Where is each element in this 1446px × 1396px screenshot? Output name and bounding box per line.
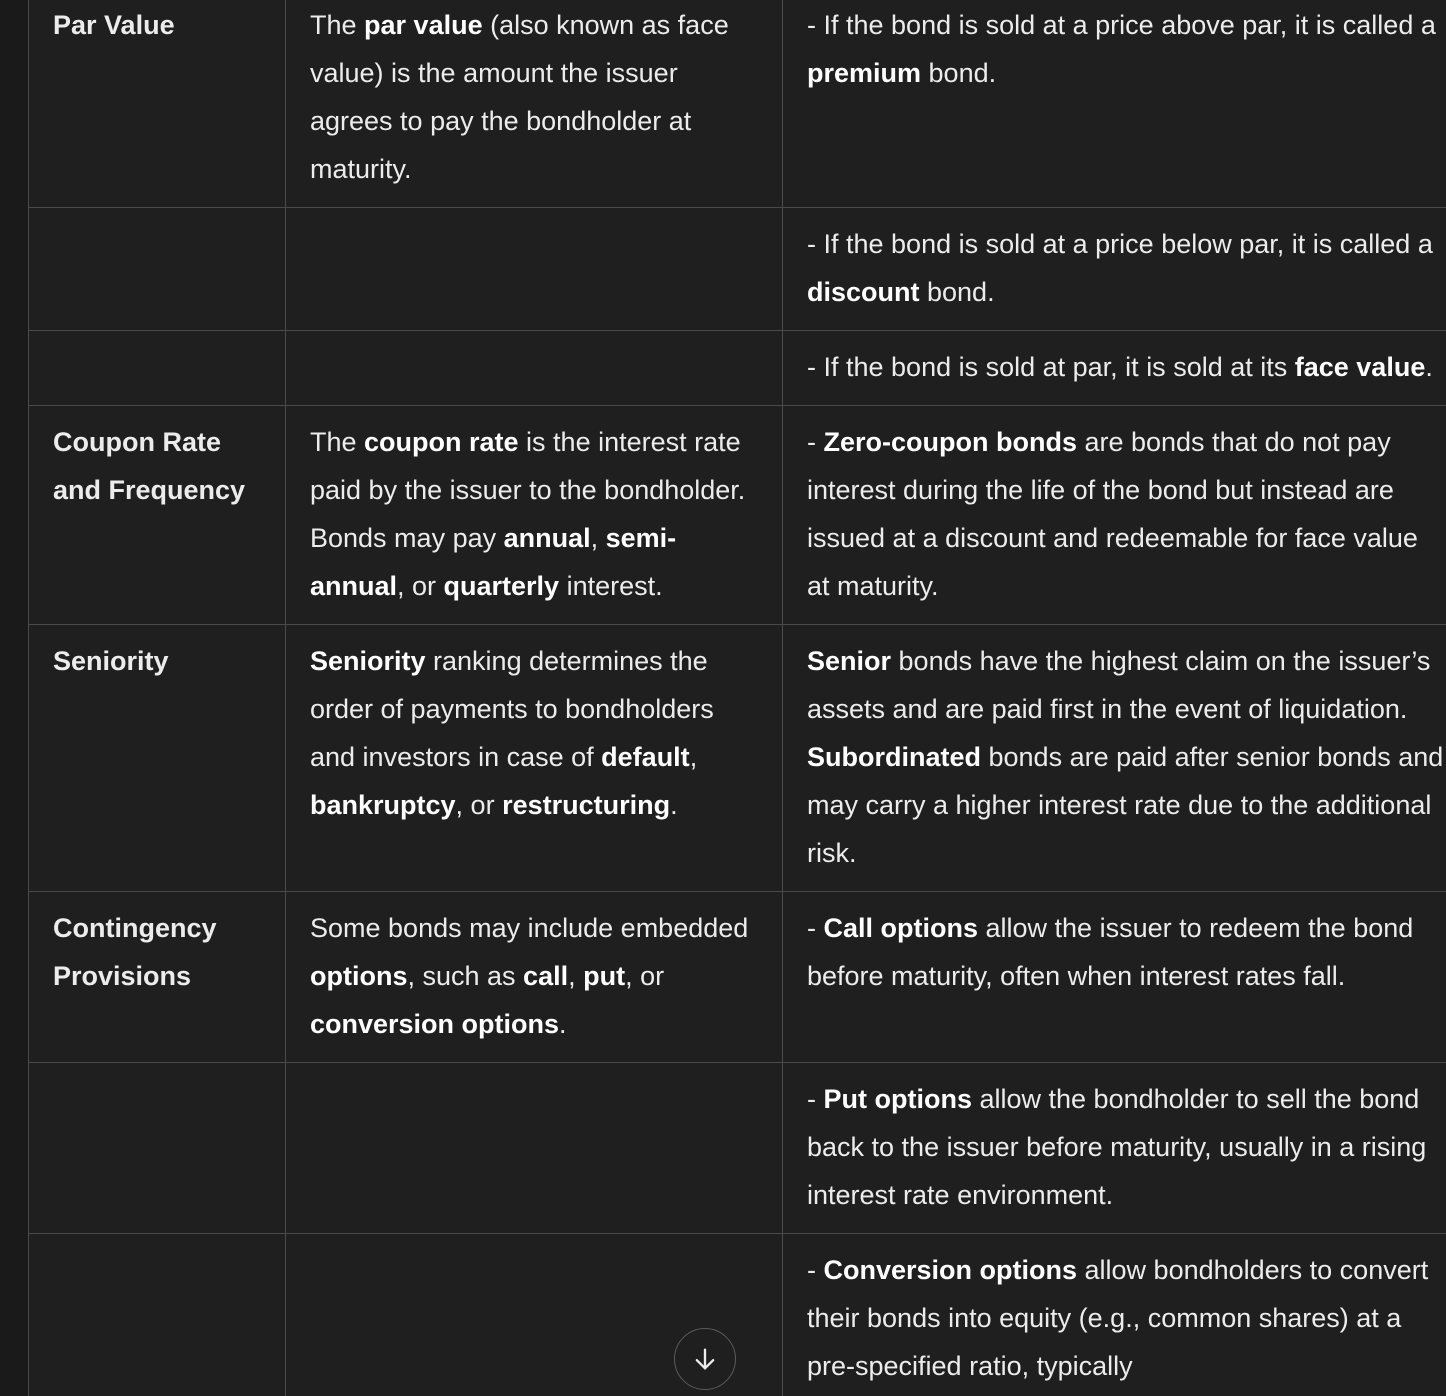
bold-term: annual xyxy=(503,523,591,553)
bold-term: par value xyxy=(364,10,483,40)
text-run: - xyxy=(807,1084,824,1114)
bold-term: default xyxy=(601,742,690,772)
description-cell: The par value (also known as face value)… xyxy=(285,0,783,208)
bold-term: face value xyxy=(1294,352,1426,382)
bold-term: premium xyxy=(807,58,922,88)
details-cell: - Zero-coupon bonds are bonds that do no… xyxy=(782,405,1446,625)
text-run: , xyxy=(568,961,584,991)
text-run: , xyxy=(689,742,698,772)
table-row: - If the bond is sold at par, it is sold… xyxy=(28,330,1446,406)
text-run: , or xyxy=(397,571,444,601)
details-cell: Senior bonds have the highest claim on t… xyxy=(782,624,1446,892)
bold-term: Zero-coupon bonds xyxy=(823,427,1077,457)
bold-term: Subordinated xyxy=(807,742,981,772)
text-run: The xyxy=(310,10,365,40)
text-run: The xyxy=(310,427,365,457)
description-cell xyxy=(285,1062,783,1234)
feature-name-cell: Seniority xyxy=(28,624,286,892)
bold-term: call xyxy=(523,961,569,991)
bond-features-table: Par Value The par value (also known as fa… xyxy=(28,0,1446,1396)
bold-term: restructuring xyxy=(502,790,671,820)
text-run: bonds have the highest claim on the issu… xyxy=(807,646,1431,724)
bold-term: Senior xyxy=(807,646,892,676)
bold-term: Seniority xyxy=(310,646,426,676)
text-run: bond. xyxy=(921,58,997,88)
text-run: , xyxy=(590,523,606,553)
arrow-down-icon xyxy=(695,1348,715,1370)
bold-term: Call options xyxy=(823,913,979,943)
feature-name-cell xyxy=(28,1062,286,1234)
bold-term: bankruptcy xyxy=(310,790,456,820)
details-cell: - Call options allow the issuer to redee… xyxy=(782,891,1446,1063)
text-run: bond. xyxy=(919,277,995,307)
feature-name-cell: Par Value xyxy=(28,0,286,208)
table-row: - If the bond is sold at a price below p… xyxy=(28,207,1446,331)
details-cell: - If the bond is sold at a price below p… xyxy=(782,207,1446,331)
text-run: . xyxy=(1425,352,1433,382)
feature-name-cell: Contingency Provisions xyxy=(28,891,286,1063)
table-row: - Put options allow the bondholder to se… xyxy=(28,1062,1446,1234)
text-run: - If the bond is sold at a price below p… xyxy=(807,229,1433,259)
text-run: , or xyxy=(625,961,665,991)
bold-term: discount xyxy=(807,277,920,307)
text-run: - xyxy=(807,427,824,457)
text-run: - If the bond is sold at par, it is sold… xyxy=(807,352,1295,382)
bold-term: Conversion options xyxy=(823,1255,1078,1285)
table-row: Contingency Provisions Some bonds may inc… xyxy=(28,891,1446,1063)
table-row: Seniority Seniority ranking determines th… xyxy=(28,624,1446,892)
bold-term: options xyxy=(310,961,408,991)
text-run: , such as xyxy=(407,961,524,991)
feature-name-cell xyxy=(28,1233,286,1396)
table-row: - Conversion options allow bondholders t… xyxy=(28,1233,1446,1396)
text-run: - xyxy=(807,1255,824,1285)
description-cell: Some bonds may include embedded options,… xyxy=(285,891,783,1063)
bold-term: put xyxy=(583,961,626,991)
description-cell xyxy=(285,330,783,406)
bold-term: quarterly xyxy=(443,571,560,601)
description-cell: Seniority ranking determines the order o… xyxy=(285,624,783,892)
table-row: Par Value The par value (also known as fa… xyxy=(28,0,1446,208)
left-sidebar-edge xyxy=(0,0,28,1396)
text-run: - xyxy=(807,913,824,943)
feature-name-cell xyxy=(28,207,286,331)
table-row: Coupon Rate and Frequency The coupon rate… xyxy=(28,405,1446,625)
text-run: - If the bond is sold at a price above p… xyxy=(807,10,1436,40)
text-run: interest. xyxy=(559,571,663,601)
details-cell: - If the bond is sold at par, it is sold… xyxy=(782,330,1446,406)
bold-term: Put options xyxy=(823,1084,972,1114)
feature-name-cell xyxy=(28,330,286,406)
text-run: . xyxy=(559,1009,567,1039)
text-run: , or xyxy=(455,790,503,820)
details-cell: - Conversion options allow bondholders t… xyxy=(782,1233,1446,1396)
bold-term: coupon rate xyxy=(364,427,519,457)
table-container[interactable]: Par Value The par value (also known as fa… xyxy=(28,0,1446,1396)
table-body: Par Value The par value (also known as fa… xyxy=(28,0,1446,1396)
details-cell: - Put options allow the bondholder to se… xyxy=(782,1062,1446,1234)
text-run: Some bonds may include embedded xyxy=(310,913,749,943)
feature-name-cell: Coupon Rate and Frequency xyxy=(28,405,286,625)
description-cell: The coupon rate is the interest rate pai… xyxy=(285,405,783,625)
bold-term: conversion options xyxy=(310,1009,560,1039)
details-cell: - If the bond is sold at a price above p… xyxy=(782,0,1446,208)
description-cell xyxy=(285,207,783,331)
scroll-down-button[interactable] xyxy=(674,1328,736,1390)
text-run: . xyxy=(670,790,678,820)
